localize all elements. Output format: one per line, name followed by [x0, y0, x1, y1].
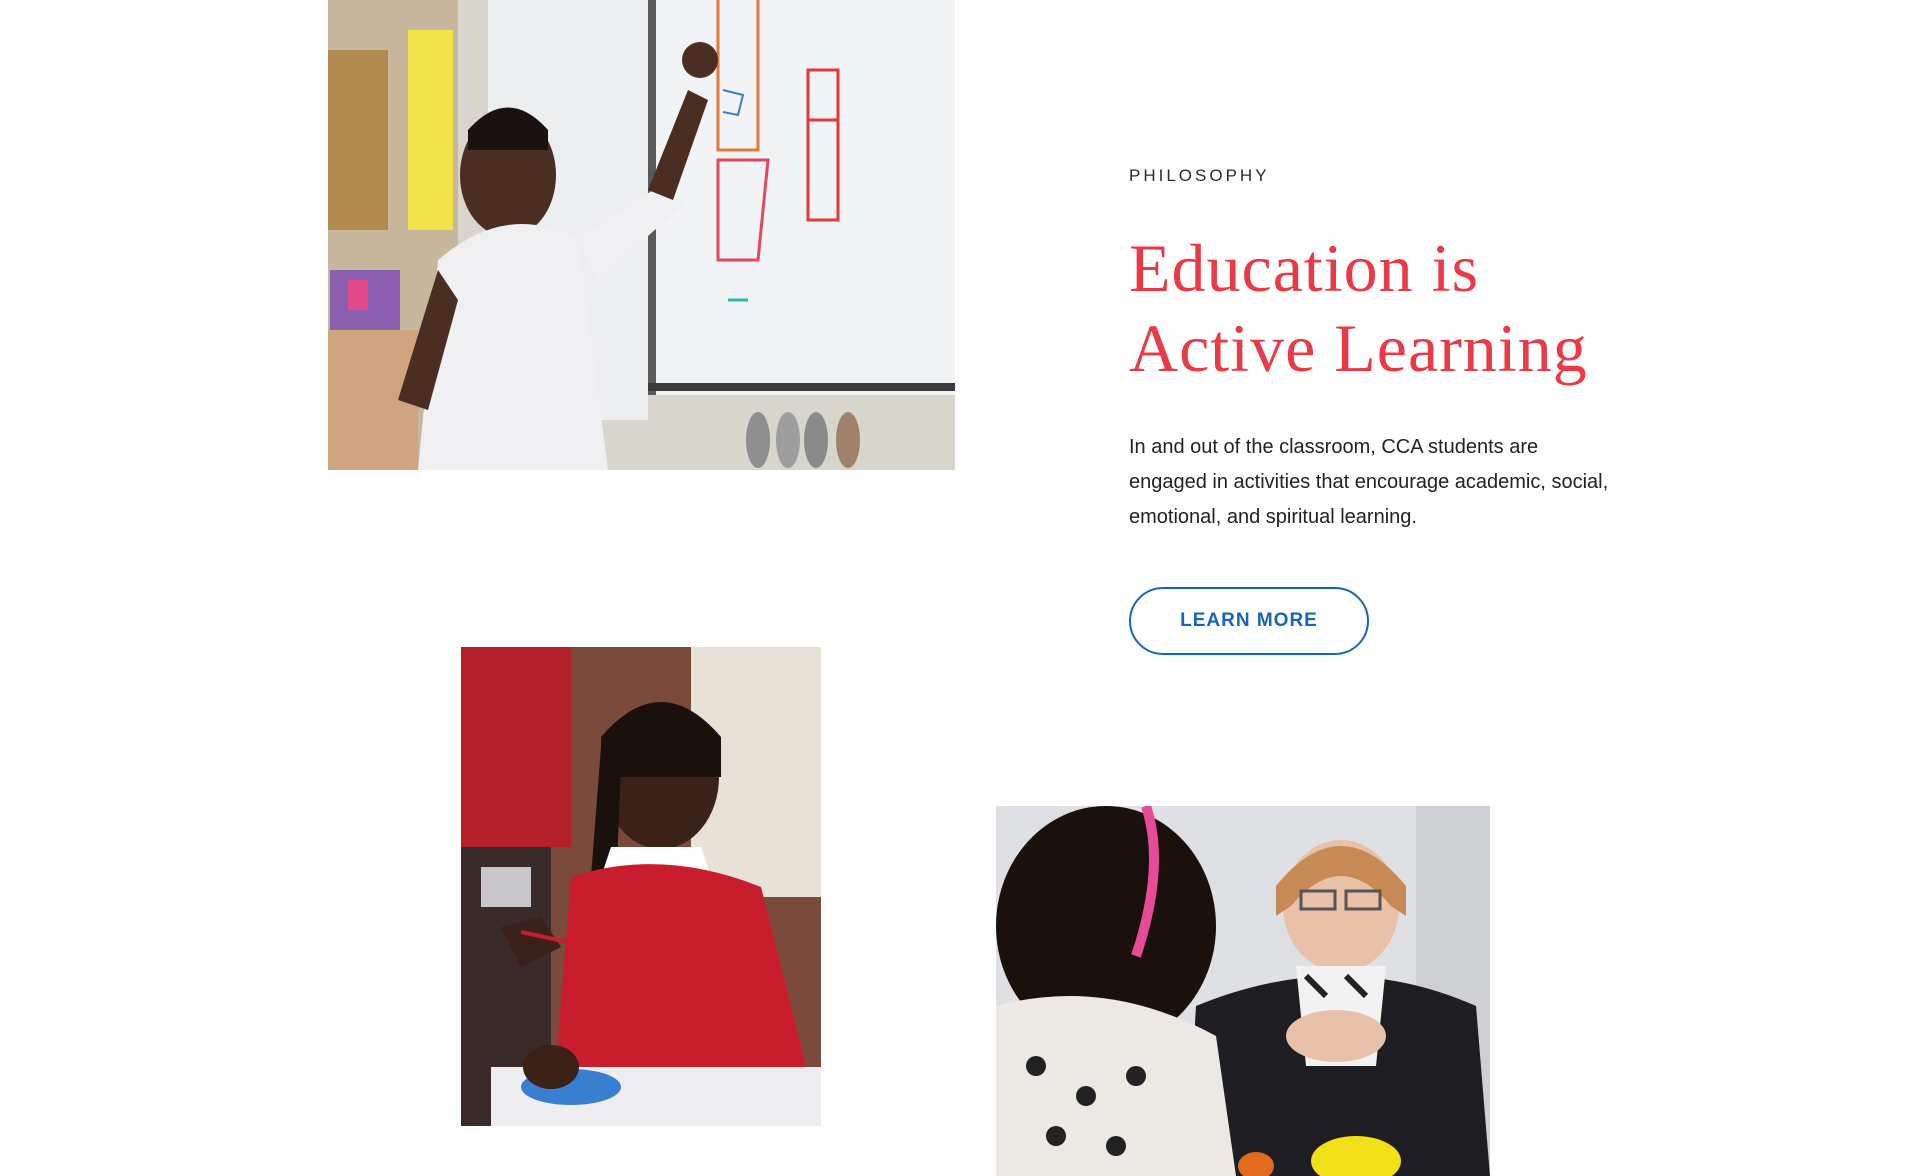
photo-girl-image [461, 647, 821, 1126]
philosophy-section: PHILOSOPHY Education is Active Learning … [1129, 166, 1649, 655]
heading-line-2: Active Learning [1129, 310, 1588, 386]
heading-line-1: Education is [1129, 230, 1480, 306]
section-heading: Education is Active Learning [1129, 228, 1649, 388]
section-body: In and out of the classroom, CCA student… [1129, 436, 1609, 528]
learn-more-button[interactable]: LEARN MORE [1129, 587, 1369, 655]
photo-boy-image [328, 0, 955, 470]
photo-girl-painting [461, 647, 821, 1126]
photo-teacher-listening [996, 806, 1490, 1176]
photo-teacher-image [996, 806, 1490, 1176]
section-eyebrow: PHILOSOPHY [1129, 166, 1270, 185]
photo-boy-at-whiteboard [328, 0, 955, 470]
